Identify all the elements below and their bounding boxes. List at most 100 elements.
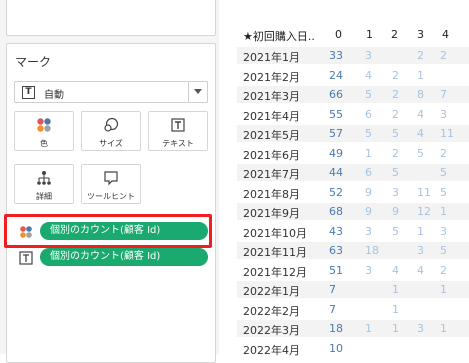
- detail-button[interactable]: 詳細: [14, 164, 74, 204]
- size-button[interactable]: サイズ: [81, 111, 141, 151]
- table-cell[interactable]: 4: [417, 127, 424, 140]
- table-cell[interactable]: 4: [417, 108, 424, 121]
- column-header[interactable]: 4: [442, 28, 449, 41]
- table-row[interactable]: 2021年8月 52 9 3 11 5: [237, 184, 469, 201]
- table-cell[interactable]: 2: [440, 264, 447, 277]
- table-cell[interactable]: 5: [440, 244, 447, 257]
- table-cell[interactable]: 1: [417, 225, 424, 238]
- table-cell[interactable]: 7: [440, 88, 447, 101]
- table-cell[interactable]: 57: [329, 127, 343, 140]
- text-mark-icon: T: [22, 86, 35, 99]
- table-cell[interactable]: 1: [365, 147, 372, 160]
- detail-button-label: 詳細: [36, 192, 52, 201]
- table-cell[interactable]: 5: [417, 147, 424, 160]
- table-cell[interactable]: 44: [329, 166, 343, 179]
- table-cell[interactable]: 7: [329, 283, 336, 296]
- table-cell[interactable]: 5: [365, 88, 372, 101]
- table-cell[interactable]: 3: [392, 186, 399, 199]
- table-cell[interactable]: 3: [365, 49, 372, 62]
- table-row[interactable]: 2021年10月 43 3 5 1 3: [237, 223, 469, 240]
- table-row[interactable]: 2021年4月 55 6 2 4 3: [237, 106, 469, 123]
- tooltip-button[interactable]: ツールヒント: [81, 164, 141, 204]
- table-row[interactable]: 2021年5月 57 5 5 4 11: [237, 125, 469, 142]
- table-cell[interactable]: 6: [365, 108, 372, 121]
- column-header[interactable]: 2: [391, 28, 398, 41]
- table-cell[interactable]: 8: [417, 88, 424, 101]
- table-cell[interactable]: 2: [392, 69, 399, 82]
- table-cell[interactable]: 4: [392, 264, 399, 277]
- table-cell[interactable]: 5: [392, 166, 399, 179]
- text-field-pill[interactable]: 個別のカウント(顧客 Id): [40, 248, 208, 266]
- column-header[interactable]: 1: [366, 28, 373, 41]
- table-row[interactable]: 2021年12月 51 3 4 4 2: [237, 262, 469, 279]
- table-row[interactable]: 2021年2月 24 4 2 1: [237, 67, 469, 84]
- table-row[interactable]: 2022年3月 18 1 1 3 1: [237, 320, 469, 337]
- table-cell[interactable]: 9: [392, 205, 399, 218]
- table-cell[interactable]: 5: [392, 127, 399, 140]
- table-cell[interactable]: 1: [440, 322, 447, 335]
- table-cell[interactable]: 2: [392, 88, 399, 101]
- table-row[interactable]: 2021年11月 63 18 3 5: [237, 242, 469, 259]
- shelf-card-above: [6, 0, 216, 36]
- table-cell[interactable]: 3: [440, 225, 447, 238]
- table-cell[interactable]: 3: [417, 244, 424, 257]
- table-cell[interactable]: 1: [440, 205, 447, 218]
- table-cell[interactable]: 3: [440, 108, 447, 121]
- size-button-label: サイズ: [99, 139, 123, 148]
- text-button[interactable]: テキスト: [148, 111, 208, 151]
- table-cell[interactable]: 4: [365, 69, 372, 82]
- table-cell[interactable]: 18: [329, 322, 343, 335]
- row-header-label[interactable]: ★初回購入日..: [243, 28, 315, 44]
- table-cell[interactable]: 10: [329, 342, 343, 355]
- marks-card: マーク T 自動 色 サイズ テキスト 詳細 ツールヒント 個別のカウント(顧客…: [4, 43, 216, 363]
- table-cell[interactable]: 1: [392, 303, 399, 316]
- table-cell[interactable]: 2: [417, 49, 424, 62]
- table-cell[interactable]: 43: [329, 225, 343, 238]
- table-cell[interactable]: 51: [329, 264, 343, 277]
- table-cell[interactable]: 33: [329, 49, 343, 62]
- table-cell[interactable]: 5: [392, 225, 399, 238]
- table-cell[interactable]: 6: [365, 166, 372, 179]
- table-cell[interactable]: 52: [329, 186, 343, 199]
- table-row[interactable]: 2021年3月 66 5 2 8 7: [237, 86, 469, 103]
- table-cell[interactable]: 3: [365, 225, 372, 238]
- table-cell[interactable]: 1: [440, 283, 447, 296]
- table-cell[interactable]: 11: [417, 186, 431, 199]
- table-row[interactable]: 2022年1月 7 1 1: [237, 281, 469, 298]
- table-row[interactable]: 2021年1月 33 3 2 2: [237, 47, 469, 64]
- table-cell[interactable]: 1: [392, 322, 399, 335]
- mark-type-dropdown[interactable]: T 自動: [14, 81, 208, 103]
- table-cell[interactable]: 49: [329, 147, 343, 160]
- table-cell[interactable]: 1: [392, 283, 399, 296]
- column-header[interactable]: 0: [335, 28, 342, 41]
- table-cell[interactable]: 18: [365, 244, 379, 257]
- table-row[interactable]: 2021年9月 68 9 9 12 1: [237, 203, 469, 220]
- table-cell[interactable]: 5: [440, 186, 447, 199]
- table-cell[interactable]: 9: [365, 186, 372, 199]
- table-cell[interactable]: 9: [365, 205, 372, 218]
- table-cell[interactable]: 66: [329, 88, 343, 101]
- table-cell[interactable]: 1: [365, 322, 372, 335]
- table-cell[interactable]: 11: [440, 127, 454, 140]
- table-row[interactable]: 2022年2月 7 1: [237, 301, 469, 318]
- column-header[interactable]: 3: [417, 28, 424, 41]
- table-cell[interactable]: 63: [329, 244, 343, 257]
- table-row[interactable]: 2021年6月 49 1 2 5 2: [237, 145, 469, 162]
- table-cell[interactable]: 24: [329, 69, 343, 82]
- table-cell[interactable]: 5: [440, 166, 447, 179]
- table-cell[interactable]: 68: [329, 205, 343, 218]
- table-cell[interactable]: 2: [392, 108, 399, 121]
- table-cell[interactable]: 2: [440, 147, 447, 160]
- table-cell[interactable]: 3: [417, 322, 424, 335]
- table-cell[interactable]: 12: [417, 205, 431, 218]
- table-cell[interactable]: 55: [329, 108, 343, 121]
- table-cell[interactable]: 5: [365, 127, 372, 140]
- table-cell[interactable]: 1: [417, 69, 424, 82]
- table-cell[interactable]: 7: [329, 303, 336, 316]
- table-cell[interactable]: 2: [392, 147, 399, 160]
- table-row[interactable]: 2021年7月 44 6 5 5: [237, 164, 469, 181]
- color-button[interactable]: 色: [14, 111, 74, 151]
- table-cell[interactable]: 3: [365, 264, 372, 277]
- table-cell[interactable]: 4: [417, 264, 424, 277]
- table-cell[interactable]: 2: [440, 49, 447, 62]
